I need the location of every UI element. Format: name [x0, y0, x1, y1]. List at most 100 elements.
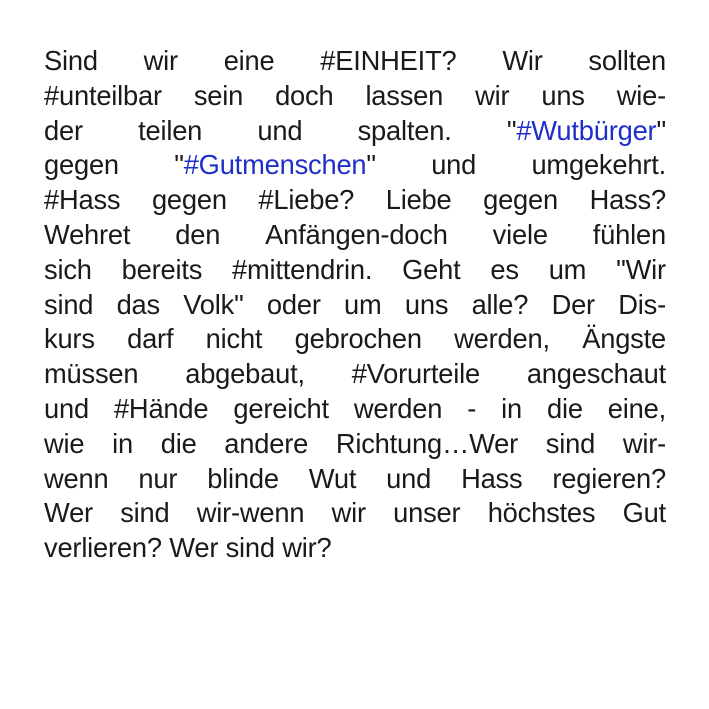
word: Der: [551, 288, 596, 320]
hashtag: #Hass: [44, 184, 121, 216]
word: den: [175, 218, 221, 250]
word: unser: [393, 497, 461, 529]
word: Sind: [44, 45, 98, 76]
word: Volk": [183, 288, 244, 320]
word: und: [431, 149, 477, 181]
word: wenn: [44, 462, 109, 494]
text-line: #Hass gegen #Liebe? Liebe gegen Hass?: [44, 183, 666, 218]
word: wir: [143, 45, 178, 76]
word: verlieren?: [44, 532, 162, 564]
text-line: Wehret den Anfängen-doch viele fühlen: [44, 218, 666, 253]
word: eine,: [607, 392, 666, 424]
word: höchstes: [487, 497, 596, 529]
word: sein: [193, 79, 244, 111]
word: um: [548, 253, 587, 285]
text-line: wie in die andere Richtung…Wer sind wir-: [44, 427, 666, 462]
word: müssen: [44, 358, 139, 390]
word: bereits: [121, 253, 203, 285]
word: teilen: [138, 114, 203, 146]
word: wie-: [616, 79, 666, 111]
text-line: kurs darf nicht gebrochen werden, Ängste: [44, 322, 666, 357]
word: um: [344, 288, 382, 320]
word: gebrochen: [294, 323, 422, 355]
word: Wer: [44, 497, 93, 529]
word: umgekehrt.: [531, 149, 666, 181]
word: in: [501, 392, 522, 424]
word: fühlen: [592, 218, 666, 250]
word: sind: [120, 497, 170, 529]
text-line: Sind wir eine #EINHEIT? Wir sollten: [44, 44, 666, 79]
hashtag: #EINHEIT?: [320, 45, 457, 76]
word: kurs: [44, 323, 95, 355]
word: lassen: [365, 79, 444, 111]
word: nicht: [205, 323, 263, 355]
word: und: [386, 462, 432, 494]
word: Hass?: [589, 184, 667, 216]
word: -: [467, 392, 477, 424]
word: Wut: [308, 462, 357, 494]
word: viele: [492, 218, 548, 250]
word: angeschaut: [526, 358, 666, 390]
hashtag: #unteilbar: [44, 79, 162, 111]
word: gegen: [151, 184, 227, 216]
word: gereicht: [233, 392, 329, 424]
word: abgebaut,: [185, 358, 305, 390]
quote-mark: ": [656, 114, 666, 146]
word: Liebe: [385, 184, 452, 216]
word: der: [44, 114, 83, 146]
word: alle?: [471, 288, 529, 320]
word: das: [116, 288, 161, 320]
text-line-last: verlieren? Wer sind wir?: [44, 531, 666, 566]
word: "Wir: [616, 253, 666, 285]
word: regieren?: [552, 462, 666, 494]
word: andere: [224, 427, 309, 459]
text-line: müssen abgebaut, #Vorurteile angeschaut: [44, 357, 666, 392]
word: werden,: [454, 323, 550, 355]
word: Ängste: [582, 323, 666, 355]
word: Gut: [622, 497, 667, 529]
word: oder: [266, 288, 321, 320]
text-line: Wer sind wir-wenn wir unser höchstes Gut: [44, 496, 666, 531]
word: Richtung…Wer: [335, 427, 519, 459]
hashtag: #mittendrin.: [232, 253, 373, 285]
word: sollten: [588, 45, 666, 76]
quote-mark: ": [174, 149, 184, 181]
word: Wir: [502, 45, 543, 76]
quoted-hashtag: "#Gutmenschen": [174, 148, 376, 183]
word: und: [44, 392, 89, 424]
text-line: der teilen und spalten. "#Wutbürger": [44, 114, 666, 149]
quote-mark: ": [366, 149, 376, 181]
word: sind: [44, 288, 94, 320]
word: die: [160, 427, 197, 459]
text-line: #unteilbar sein doch lassen wir uns wie-: [44, 79, 666, 114]
word: spalten.: [357, 114, 452, 146]
word: nur: [138, 462, 178, 494]
word: wir: [331, 497, 366, 529]
word: darf: [127, 323, 174, 355]
quote-mark: ": [506, 114, 517, 146]
word: Wehret: [44, 218, 131, 250]
word: wir-wenn: [196, 497, 305, 529]
word: in: [112, 427, 133, 459]
word: doch: [275, 79, 334, 111]
word: Wer: [169, 532, 219, 564]
hashtag-link[interactable]: #Gutmenschen: [184, 149, 367, 180]
word: wir: [475, 79, 510, 111]
word: Geht: [402, 253, 461, 285]
hashtag: #Hände: [113, 392, 209, 424]
word: uns: [404, 288, 449, 320]
word: werden: [353, 392, 443, 424]
text-line: und #Hände gereicht werden - in die eine…: [44, 392, 666, 427]
text-line: gegen "#Gutmenschen" und umgekehrt.: [44, 148, 666, 183]
hashtag-link[interactable]: #Wutbürger: [516, 115, 656, 146]
word: sind: [545, 427, 596, 459]
text-line: wenn nur blinde Wut und Hass regieren?: [44, 462, 666, 497]
word: Dis-: [618, 288, 666, 320]
word: es: [490, 253, 519, 285]
word: wie: [44, 427, 85, 459]
word: sich: [44, 253, 92, 285]
word: wir-: [622, 427, 666, 459]
hashtag: #Vorurteile: [351, 358, 481, 390]
post-text: Sind wir eine #EINHEIT? Wir sollten #unt…: [44, 44, 666, 566]
word: und: [257, 114, 303, 146]
